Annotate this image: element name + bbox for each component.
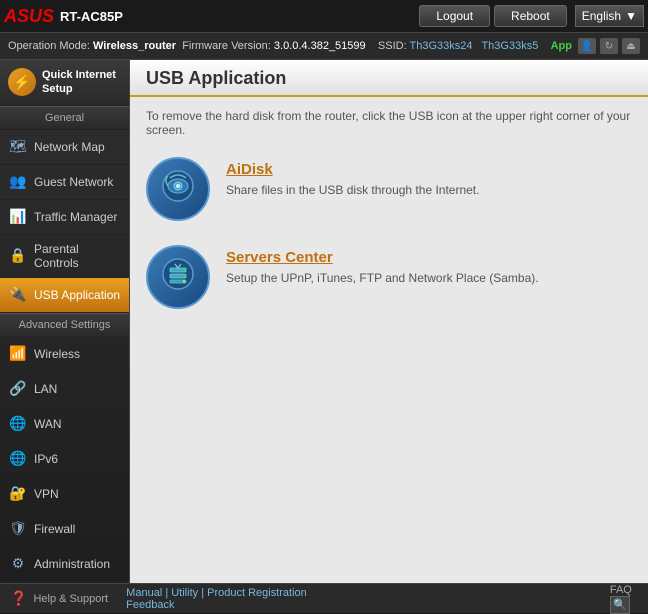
traffic-manager-icon: 📊 [8,207,28,227]
aidisk-icon-circle [146,157,210,221]
network-map-icon: 🗺 [8,137,28,157]
top-bar: ASUS RT-AC85P Logout Reboot English ▼ [0,0,648,32]
product-reg-link[interactable]: Product Registration [207,587,307,599]
chevron-down-icon: ▼ [625,9,637,23]
servers-center-desc: Setup the UPnP, iTunes, FTP and Network … [226,270,539,287]
status-icons: 👤 ↻ ⏏ [578,38,640,54]
ssid1-link[interactable]: Th3G33ks24 [409,40,472,52]
usb-icon[interactable]: ⏏ [622,38,640,54]
wireless-icon: 📶 [8,344,28,364]
wireless-label: Wireless [34,347,80,361]
administration-label: Administration [34,557,110,571]
sidebar: ⚡ Quick Internet Setup General 🗺 Network… [0,60,130,583]
search-icon[interactable]: 🔍 [610,596,630,614]
aidisk-info: AiDisk Share files in the USB disk throu… [226,157,479,199]
feedback-link[interactable]: Feedback [126,599,174,611]
usb-application-icon: 🔌 [8,285,28,305]
fw-label: Firmware Version: [179,40,271,52]
sidebar-item-usb-application[interactable]: 🔌 USB Application [0,278,129,313]
advanced-section-header: Advanced Settings [0,313,129,337]
vpn-icon: 🔐 [8,484,28,504]
sidebar-item-network-map[interactable]: 🗺 Network Map [0,130,129,165]
servers-center-name[interactable]: Servers Center [226,249,539,266]
footer: ❓ Help & Support Manual | Utility | Prod… [0,583,648,613]
sidebar-item-guest-network[interactable]: 👥 Guest Network [0,165,129,200]
ssid2-link[interactable]: Th3G33ks5 [481,40,538,52]
app-item-servers-center: Servers Center Setup the UPnP, iTunes, F… [146,245,632,309]
sidebar-item-administration[interactable]: ⚙ Administration [0,547,129,582]
help-icon: ❓ [10,590,27,607]
language-label: English [582,9,621,23]
wan-label: WAN [34,417,62,431]
ssid-label: SSID: [378,40,407,52]
model-name: RT-AC85P [60,9,123,24]
sidebar-item-wireless[interactable]: 📶 Wireless [0,337,129,372]
content-header: USB Application [130,60,648,97]
sidebar-item-lan[interactable]: 🔗 LAN [0,372,129,407]
user-icon: 👤 [578,38,596,54]
usb-application-label: USB Application [34,288,120,302]
firewall-label: Firewall [34,522,75,536]
traffic-manager-label: Traffic Manager [34,210,117,224]
firewall-icon: 🛡 [8,519,28,539]
sidebar-item-system-log[interactable]: 📋 System Log [0,582,129,583]
logout-button[interactable]: Logout [419,5,490,27]
sidebar-item-vpn[interactable]: 🔐 VPN [0,477,129,512]
footer-links: Manual | Utility | Product Registration … [126,587,307,611]
app-label: App [551,40,572,52]
ipv6-label: IPv6 [34,452,58,466]
footer-left: ❓ Help & Support Manual | Utility | Prod… [10,587,307,611]
content-area: USB Application To remove the hard disk … [130,60,648,583]
status-bar: Operation Mode: Wireless_router Firmware… [0,32,648,60]
app-item-aidisk: AiDisk Share files in the USB disk throu… [146,157,632,221]
reboot-button[interactable]: Reboot [494,5,567,27]
servers-center-icon-circle [146,245,210,309]
sidebar-item-firewall[interactable]: 🛡 Firewall [0,512,129,547]
vpn-label: VPN [34,487,59,501]
status-info: Operation Mode: Wireless_router Firmware… [8,40,538,52]
quick-setup-label: Quick Internet Setup [42,68,116,97]
top-buttons: Logout Reboot [419,5,566,27]
sidebar-item-ipv6[interactable]: 🌐 IPv6 [0,442,129,477]
administration-icon: ⚙ [8,554,28,574]
quick-setup-icon: ⚡ [8,68,36,96]
servers-center-icon [160,256,196,299]
refresh-icon[interactable]: ↻ [600,38,618,54]
faq-label: FAQ [610,584,632,596]
ipv6-icon: 🌐 [8,449,28,469]
utility-link[interactable]: Utility [171,587,198,599]
status-right: App 👤 ↻ ⏏ [551,38,640,54]
parental-controls-label: Parental Controls [34,242,121,270]
fw-value: 3.0.0.4.382_51599 [274,40,366,52]
general-section-header: General [0,106,129,130]
network-map-label: Network Map [34,140,105,154]
lan-icon: 🔗 [8,379,28,399]
aidisk-name[interactable]: AiDisk [226,161,479,178]
servers-center-info: Servers Center Setup the UPnP, iTunes, F… [226,245,539,287]
lan-label: LAN [34,382,57,396]
guest-network-label: Guest Network [34,175,113,189]
manual-link[interactable]: Manual [126,587,162,599]
footer-right: FAQ 🔍 [610,584,638,614]
main-layout: ⚡ Quick Internet Setup General 🗺 Network… [0,60,648,583]
guest-network-icon: 👥 [8,172,28,192]
aidisk-icon [160,168,196,211]
language-selector[interactable]: English ▼ [575,5,644,27]
sidebar-item-traffic-manager[interactable]: 📊 Traffic Manager [0,200,129,235]
content-body: To remove the hard disk from the router,… [130,97,648,345]
help-support-label: Help & Support [33,593,108,605]
sidebar-item-wan[interactable]: 🌐 WAN [0,407,129,442]
asus-logo: ASUS [4,6,54,27]
sidebar-item-quick-setup[interactable]: ⚡ Quick Internet Setup [0,60,129,106]
op-mode-val: Wireless_router [93,40,176,52]
content-description: To remove the hard disk from the router,… [146,109,632,137]
parental-controls-icon: 🔒 [8,246,28,266]
op-mode-label: Operation Mode: [8,40,90,52]
aidisk-desc: Share files in the USB disk through the … [226,182,479,199]
sidebar-item-parental-controls[interactable]: 🔒 Parental Controls [0,235,129,278]
wan-icon: 🌐 [8,414,28,434]
page-title: USB Application [146,68,632,89]
